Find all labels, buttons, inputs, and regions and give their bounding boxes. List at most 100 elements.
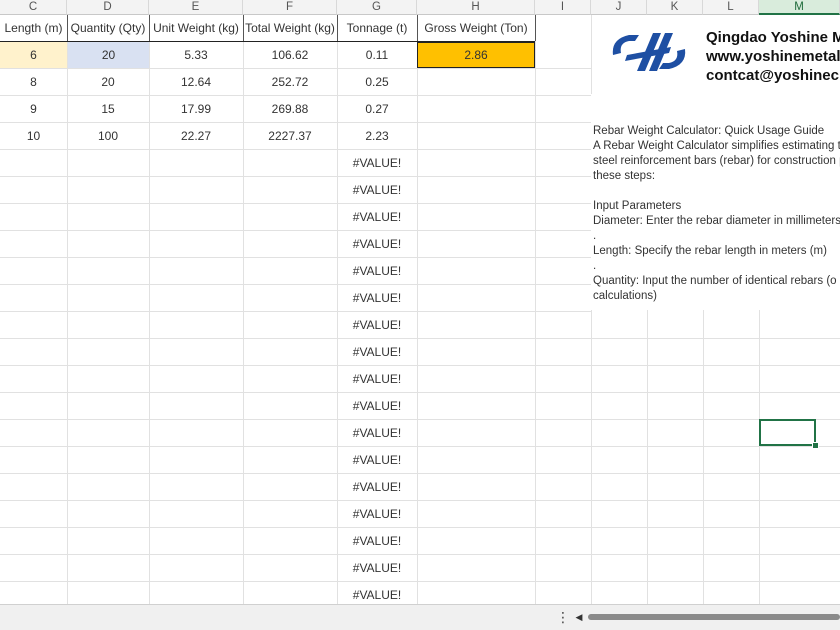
spreadsheet-grid[interactable]: C D E F G H I J K L M Length (m) Quantit… [0,0,840,604]
tonnage-error-cell[interactable]: #VALUE! [337,582,417,604]
gridline [0,257,591,258]
tonnage-error-cell[interactable]: #VALUE! [337,231,417,257]
cell-total-weight[interactable]: 106.62 [243,42,337,68]
gridline [0,392,591,393]
header-border [67,15,68,41]
cell-unit-weight[interactable]: 12.64 [149,69,243,95]
gridline [0,419,591,420]
tonnage-error-cell[interactable]: #VALUE! [337,501,417,527]
triangle-left-icon[interactable]: ◀ [574,611,584,623]
company-email[interactable]: contcat@yoshinecn [706,67,840,84]
tonnage-error-cell[interactable]: #VALUE! [337,555,417,581]
gridline [0,149,591,150]
tonnage-error-cell[interactable]: #VALUE! [337,393,417,419]
gridline [0,365,591,366]
gridline [417,15,418,604]
gridline [591,473,840,474]
header-border [149,15,150,41]
tonnage-error-cell[interactable]: #VALUE! [337,339,417,365]
gridline [0,581,591,582]
cell-quantity[interactable]: 20 [67,69,149,95]
gridline [703,310,704,604]
cell-tonnage[interactable]: 0.25 [337,69,417,95]
column-header-l[interactable]: L [703,0,759,15]
cell-quantity[interactable]: 100 [67,123,149,149]
gridline [0,473,591,474]
gridline [591,581,840,582]
cell-length[interactable]: 9 [0,96,67,122]
scrollbar-thumb[interactable] [588,614,840,620]
gridline [0,203,591,204]
cell-length[interactable]: 6 [0,42,67,68]
guide-text: these steps: [593,170,656,182]
column-header-j[interactable]: J [591,0,647,15]
cell-quantity[interactable]: 20 [68,42,149,68]
guide-quantity: Quantity: Input the number of identical … [593,275,837,287]
guide-text: . [593,260,597,272]
gridline [591,527,840,528]
gridline [0,527,591,528]
column-header-h[interactable]: H [417,0,535,15]
guide-length: Length: Specify the rebar length in mete… [593,245,827,257]
horizontal-scrollbar[interactable]: ◀ [574,611,840,623]
cell-quantity[interactable]: 15 [67,96,149,122]
column-header-c[interactable]: C [0,0,67,15]
tonnage-error-cell[interactable]: #VALUE! [337,150,417,176]
column-header-d[interactable]: D [67,0,149,15]
gridline [0,446,591,447]
cell-tonnage[interactable]: 0.11 [337,42,417,68]
tonnage-error-cell[interactable]: #VALUE! [337,366,417,392]
column-header-m[interactable]: M [759,0,840,15]
gridline [0,500,591,501]
column-header-g[interactable]: G [337,0,417,15]
cell-tonnage[interactable]: 0.27 [337,96,417,122]
tonnage-error-cell[interactable]: #VALUE! [337,177,417,203]
vertical-dots-icon[interactable]: ⋮ [556,609,570,625]
header-unit-weight[interactable]: Unit Weight (kg) [149,15,243,42]
gridline [759,310,760,604]
cell-total-weight[interactable]: 252.72 [243,69,337,95]
cell-unit-weight[interactable]: 22.27 [149,123,243,149]
fill-handle[interactable] [812,442,819,449]
gridline [0,284,591,285]
cell-tonnage[interactable]: 2.23 [337,123,417,149]
tonnage-error-cell[interactable]: #VALUE! [337,285,417,311]
gross-weight-cell[interactable]: 2.86 [417,42,535,68]
header-total-weight[interactable]: Total Weight (kg) [243,15,337,42]
tonnage-error-cell[interactable]: #VALUE! [337,204,417,230]
tonnage-error-cell[interactable]: #VALUE! [337,420,417,446]
column-header-k[interactable]: K [647,0,703,15]
header-length[interactable]: Length (m) [0,15,67,42]
tonnage-error-cell[interactable]: #VALUE! [337,447,417,473]
cell-length[interactable]: 10 [0,123,67,149]
guide-text: steel reinforcement bars (rebar) for con… [593,155,840,167]
header-quantity[interactable]: Quantity (Qty) [67,15,149,42]
tonnage-error-cell[interactable]: #VALUE! [337,474,417,500]
column-header-e[interactable]: E [149,0,243,15]
header-tonnage[interactable]: Tonnage (t) [337,15,417,42]
cell-unit-weight[interactable]: 17.99 [149,96,243,122]
cell-total-weight[interactable]: 269.88 [243,96,337,122]
cell-total-weight[interactable]: 2227.37 [243,123,337,149]
column-header-f[interactable]: F [243,0,337,15]
yoshine-logo-icon [612,33,686,71]
column-header-i[interactable]: I [535,0,591,15]
guide-text: . [593,230,597,242]
guide-text: A Rebar Weight Calculator simplifies est… [593,140,840,152]
gridline [591,338,840,339]
tonnage-error-cell[interactable]: #VALUE! [337,528,417,554]
cell-unit-weight[interactable]: 5.33 [149,42,243,68]
gridline [591,392,840,393]
gridline [0,311,591,312]
gridline [591,310,592,604]
gridline [647,310,648,604]
tonnage-error-cell[interactable]: #VALUE! [337,258,417,284]
active-cell-selection[interactable] [759,419,816,446]
gridline [591,15,592,94]
header-gross-weight[interactable]: Gross Weight (Ton) [417,15,535,42]
tonnage-error-cell[interactable]: #VALUE! [337,312,417,338]
cell-length[interactable]: 8 [0,69,67,95]
company-website[interactable]: www.yoshinemetal. [706,48,840,65]
gridline [591,446,840,447]
company-name: Qingdao Yoshine M [706,29,840,46]
